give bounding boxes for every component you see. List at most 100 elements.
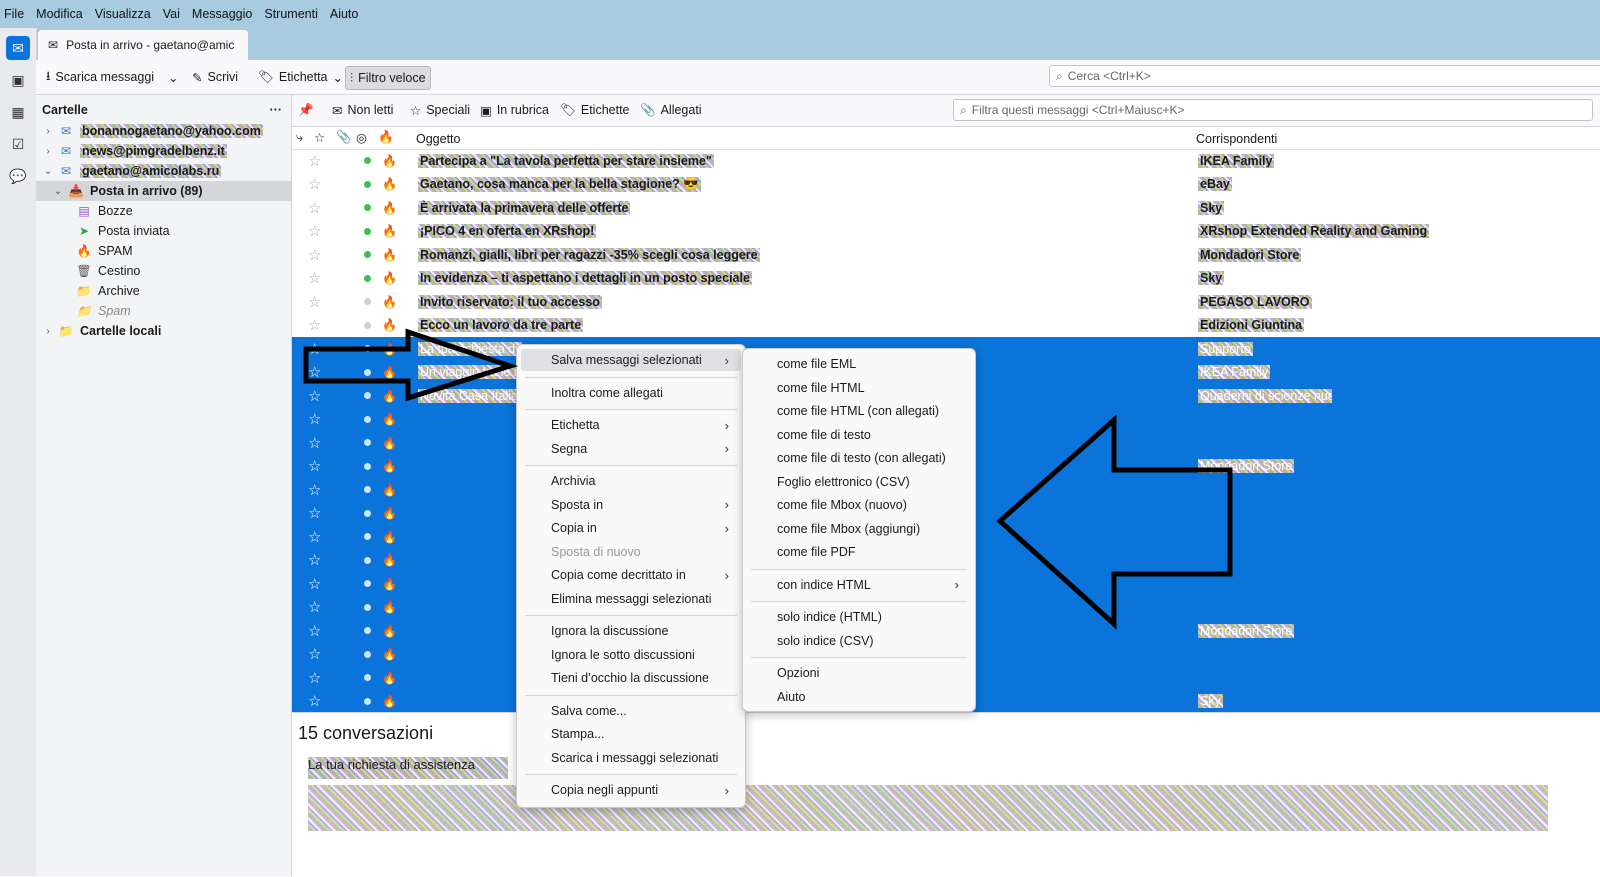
star-icon[interactable]: ☆ [308,316,321,334]
context-menu-item[interactable]: Ignora le sotto discussioni [521,644,741,666]
filter-attachments-button[interactable]: 📎 Allegati [640,100,702,120]
star-icon[interactable]: ☆ [308,246,321,264]
chevron-right-icon[interactable]: › [42,126,54,137]
star-icon[interactable]: ☆ [308,199,321,217]
junk-status-icon[interactable]: 🔥 [382,506,397,520]
junk-status-icon[interactable]: 🔥 [382,177,397,191]
read-status-icon[interactable] [364,368,371,376]
junk-status-icon[interactable]: 🔥 [382,295,397,309]
attachment-column-icon[interactable]: 📎 [336,130,352,145]
read-status-icon[interactable] [364,533,371,541]
read-status-icon[interactable] [364,415,371,423]
star-icon[interactable]: ☆ [308,222,321,240]
folder-spam-server[interactable]: 🔥 SPAM [36,241,291,261]
read-status-icon[interactable] [364,274,371,282]
context-menu-item[interactable]: Sposta in › [521,494,741,516]
context-menu-item[interactable]: Stampa... [521,723,741,745]
read-status-icon[interactable] [364,392,371,400]
save-submenu-item[interactable]: Opzioni [747,662,971,684]
table-row[interactable]: ☆ 🔥 Invito riservato: il tuo accesso PEGASO… [292,290,1600,314]
read-status-icon[interactable] [364,204,371,212]
context-menu-item[interactable]: Scarica i messaggi selezionati [521,747,741,769]
read-status-icon[interactable] [364,603,371,611]
tab-inbox[interactable]: ✉ Posta in arrivo - gaetano@amic [38,30,248,60]
junk-column-icon[interactable]: 🔥 [378,130,394,145]
menu-messaggio[interactable]: Messaggio [192,7,252,21]
folder-account-3[interactable]: ⌄ ✉ gaetano@amicolabs.ru [36,161,291,181]
star-icon[interactable]: ☆ [308,528,321,546]
star-icon[interactable]: ☆ [308,645,321,663]
context-menu-item[interactable]: Archivia [521,470,741,492]
chevron-right-icon[interactable]: › [42,326,54,337]
thread-column-icon[interactable]: ⤷ [296,130,303,145]
column-correspondents[interactable]: Corrispondenti [1196,132,1277,146]
read-status-icon[interactable] [364,486,371,494]
save-submenu-item[interactable]: come file Mbox (aggiungi) [747,518,971,540]
junk-status-icon[interactable]: 🔥 [382,412,397,426]
save-submenu-item[interactable]: come file PDF [747,541,971,563]
save-submenu-item[interactable]: solo indice (HTML) [747,606,971,628]
read-status-icon[interactable] [364,227,371,235]
folder-spam[interactable]: 📁 Spam [36,301,291,321]
menu-aiuto[interactable]: Aiuto [330,7,359,21]
junk-status-icon[interactable]: 🔥 [382,600,397,614]
context-menu-item[interactable]: Ignora la discussione [521,620,741,642]
save-submenu-item[interactable]: come file di testo (con allegati) [747,447,971,469]
star-column-icon[interactable]: ☆ [314,130,325,145]
read-status-icon[interactable] [364,439,371,447]
chevron-down-icon[interactable]: ⌄ [52,186,64,197]
table-row[interactable]: ☆ 🔥 È arrivata la primavera delle offerte S… [292,196,1600,220]
read-status-icon[interactable] [364,650,371,658]
star-icon[interactable]: ☆ [308,598,321,616]
read-status-icon[interactable] [364,251,371,259]
read-status-icon[interactable] [364,345,371,353]
filter-unread-button[interactable]: ✉ Non letti [332,100,393,120]
context-menu-item[interactable]: Etichetta › [521,414,741,436]
read-status-icon[interactable] [364,462,371,470]
folder-account-1[interactable]: › ✉ bonannogaetano@yahoo.com [36,121,291,141]
column-subject[interactable]: Oggetto [416,132,460,146]
junk-status-icon[interactable]: 🔥 [382,271,397,285]
more-options-icon[interactable]: ··· [270,103,283,117]
save-submenu-item[interactable]: con indice HTML › [747,574,971,596]
junk-status-icon[interactable]: 🔥 [382,577,397,591]
star-icon[interactable]: ☆ [308,692,321,710]
context-menu-item[interactable]: Salva come... [521,700,741,722]
address-book-icon[interactable]: ▣ [6,68,30,92]
star-icon[interactable]: ☆ [308,175,321,193]
tag-button[interactable]: 🏷 Etichetta ⌄ [254,66,347,88]
sticky-filter-button[interactable]: 📌 [298,100,314,120]
table-row[interactable]: ☆ 🔥 Ecco un lavoro da tre parte Edizioni Gi… [292,314,1600,338]
junk-status-icon[interactable]: 🔥 [382,224,397,238]
table-row[interactable]: ☆ 🔥 Gaetano, cosa manca per la bella stagi… [292,173,1600,197]
star-icon[interactable]: ☆ [308,669,321,687]
filter-messages-input[interactable]: ⌕ Filtra questi messaggi <Ctrl+Maiusc+K> [953,99,1593,121]
save-submenu-item[interactable]: Foglio elettronico (CSV) [747,471,971,493]
star-icon[interactable]: ☆ [308,551,321,569]
read-status-icon[interactable] [364,556,371,564]
star-icon[interactable]: ☆ [308,575,321,593]
star-icon[interactable]: ☆ [308,269,321,287]
star-icon[interactable]: ☆ [308,363,321,381]
read-status-icon[interactable] [364,180,371,188]
table-row[interactable]: ☆ 🔥 In evidenza – ti aspettano i dettagli … [292,267,1600,291]
star-icon[interactable]: ☆ [308,340,321,358]
star-icon[interactable]: ☆ [308,622,321,640]
folder-sent[interactable]: ➤ Posta inviata [36,221,291,241]
star-icon[interactable]: ☆ [308,293,321,311]
star-icon[interactable]: ☆ [308,457,321,475]
table-row[interactable]: ☆ 🔥 Partecipa a "La tavola perfetta per st… [292,149,1600,173]
save-submenu-item[interactable]: come file HTML (con allegati) [747,400,971,422]
save-submenu-item[interactable]: come file di testo [747,424,971,446]
context-menu-item[interactable]: Copia negli appunti › [521,779,741,801]
star-icon[interactable]: ☆ [308,481,321,499]
tasks-icon[interactable]: ☑ [6,132,30,156]
junk-status-icon[interactable]: 🔥 [382,154,397,168]
write-button[interactable]: ✎ Scrivi [188,66,242,88]
junk-status-icon[interactable]: 🔥 [382,530,397,544]
global-search-input[interactable]: ⌕ Cerca <Ctrl+K> [1049,65,1600,87]
filter-contacts-button[interactable]: ▣ In rubrica [480,100,549,120]
read-column-icon[interactable]: ◎ [356,130,367,145]
read-status-icon[interactable] [364,697,371,705]
star-icon[interactable]: ☆ [308,387,321,405]
